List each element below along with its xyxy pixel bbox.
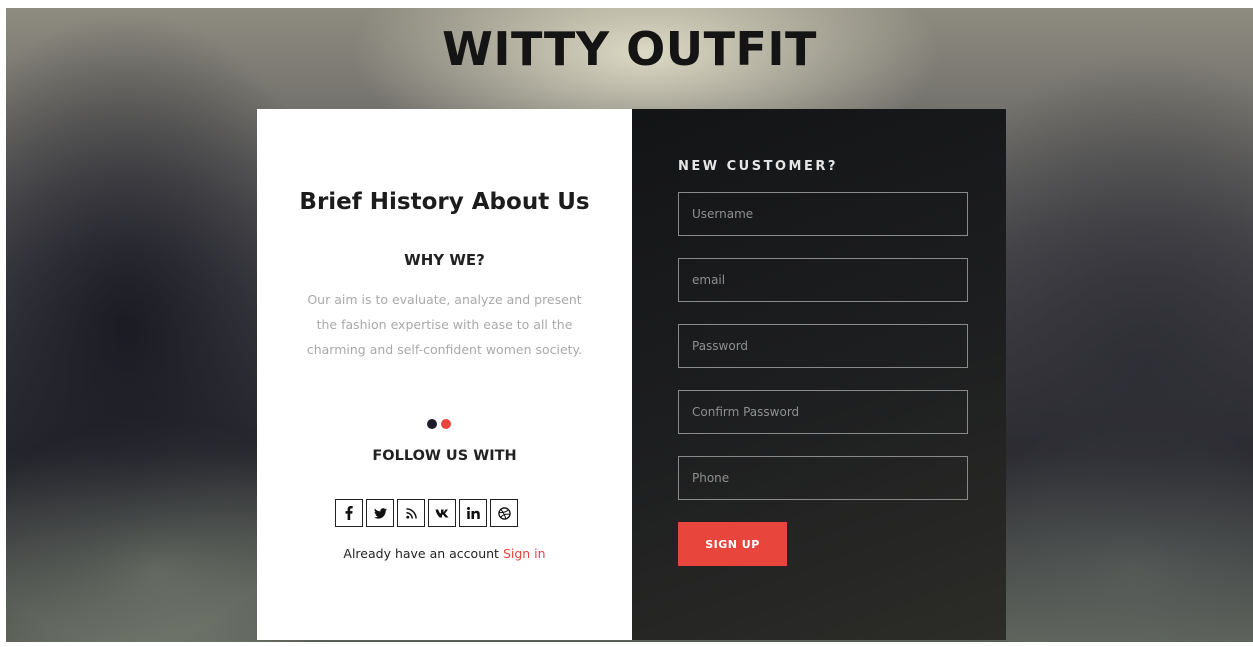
follow-us-heading: FOLLOW US WITH (372, 448, 517, 464)
email-input[interactable] (678, 258, 968, 302)
vk-icon[interactable] (428, 499, 456, 527)
carousel-dots (427, 414, 455, 429)
new-customer-heading: NEW CUSTOMER? (678, 159, 838, 174)
sign-up-button[interactable]: SIGN UP (678, 522, 787, 566)
dribbble-icon[interactable] (490, 499, 518, 527)
rss-icon[interactable] (397, 499, 425, 527)
password-input[interactable] (678, 324, 968, 368)
linkedin-icon[interactable] (459, 499, 487, 527)
carousel-dot-1[interactable] (427, 419, 437, 429)
phone-input[interactable] (678, 456, 968, 500)
username-input[interactable] (678, 192, 968, 236)
account-prompt-text: Already have an account (343, 546, 499, 561)
twitter-icon[interactable] (366, 499, 394, 527)
confirm-password-input[interactable] (678, 390, 968, 434)
about-panel: Brief History About Us WHY WE? Our aim i… (257, 109, 632, 640)
social-links (335, 499, 518, 527)
facebook-icon[interactable] (335, 499, 363, 527)
why-we-heading: WHY WE? (404, 251, 485, 269)
signup-panel: NEW CUSTOMER? SIGN UP (632, 109, 1006, 640)
about-title: Brief History About Us (299, 189, 590, 215)
signin-prompt: Already have an account Sign in (257, 546, 632, 561)
about-description: Our aim is to evaluate, analyze and pres… (306, 292, 583, 357)
carousel-dot-2-active[interactable] (441, 419, 451, 429)
blurred-background: WITTY OUTFIT Brief History About Us WHY … (6, 8, 1253, 642)
signin-link[interactable]: Sign in (503, 546, 546, 561)
site-title: WITTY OUTFIT (442, 22, 817, 76)
